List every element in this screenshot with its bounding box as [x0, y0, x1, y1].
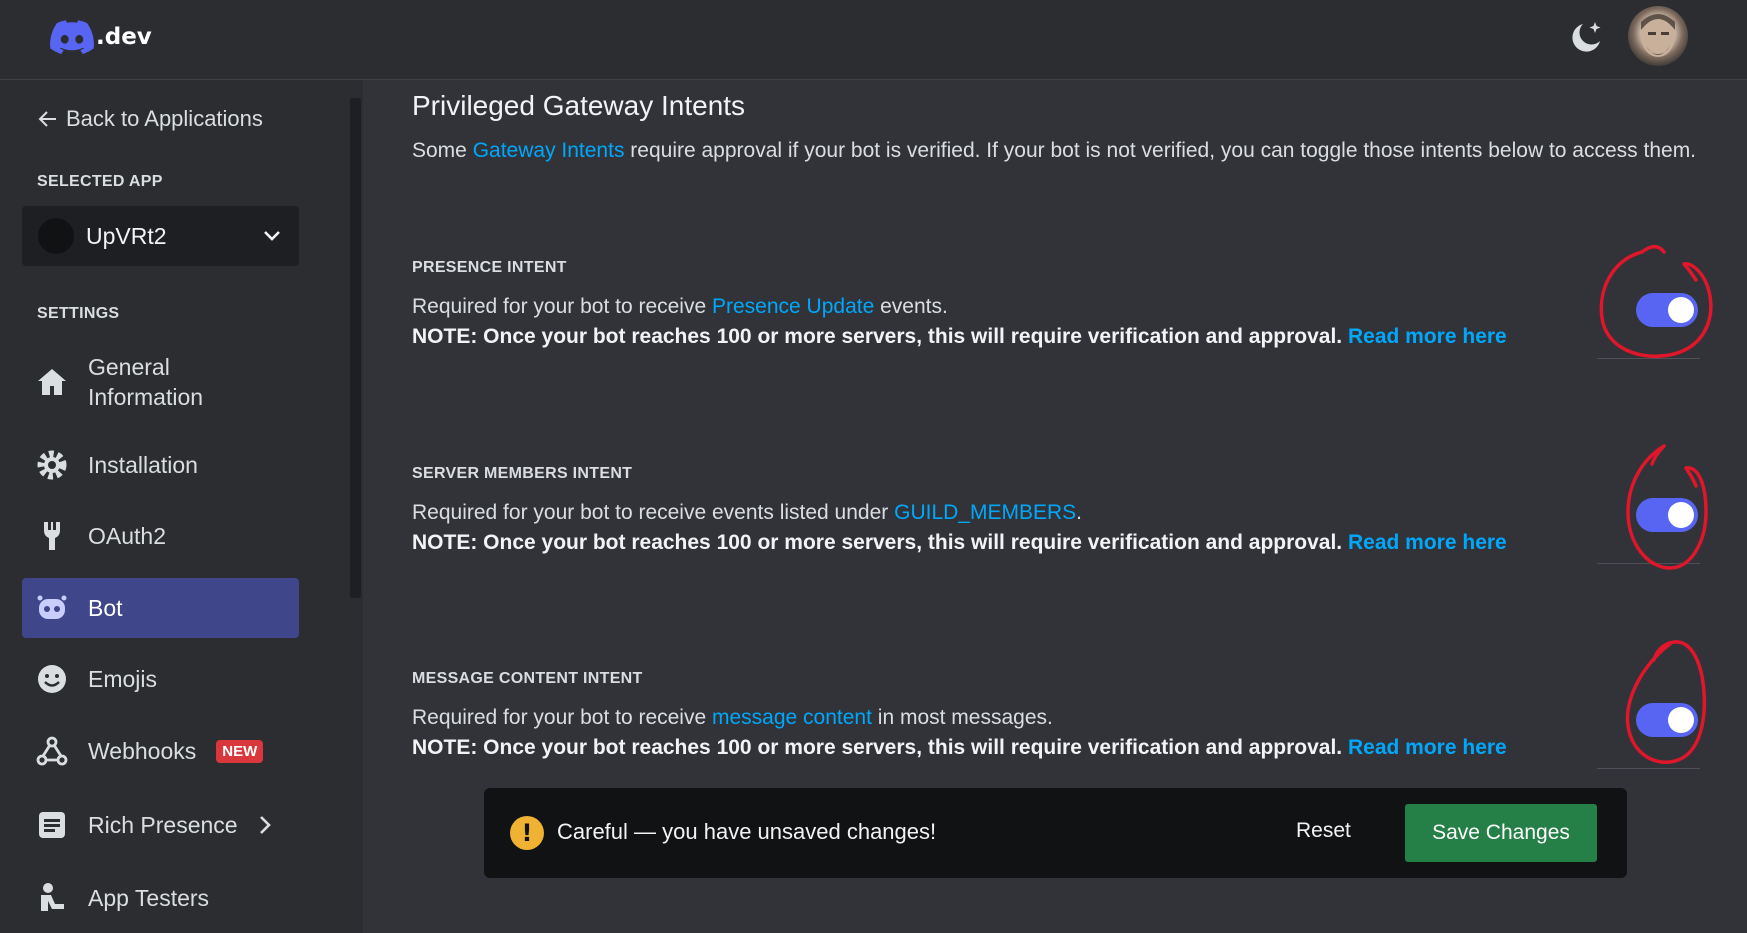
warning-icon: !: [510, 816, 544, 850]
user-avatar[interactable]: [1628, 6, 1688, 66]
moon-sparkle-icon: [1572, 22, 1601, 52]
sidebar-item-label: Bot: [88, 595, 123, 621]
read-more-link[interactable]: Read more here: [1348, 325, 1507, 348]
avatar-face-icon: [1641, 14, 1675, 57]
intro-suffix: require approval if your bot is verified…: [624, 139, 1697, 162]
divider: [1597, 563, 1700, 564]
intro-prefix: Some: [412, 139, 473, 162]
app-icon: [38, 218, 74, 254]
note-text: NOTE: Once your bot reaches 100 or more …: [412, 325, 1343, 348]
gear-icon: [32, 445, 72, 485]
webhook-icon: [32, 731, 72, 771]
unsaved-changes-bar: ! Careful — you have unsaved changes! Re…: [484, 788, 1627, 878]
read-more-link[interactable]: Read more here: [1348, 531, 1507, 554]
desc-prefix: Required for your bot to receive: [412, 706, 712, 729]
list-icon: [32, 805, 72, 845]
save-changes-button[interactable]: Save Changes: [1405, 804, 1597, 862]
gateway-intents-link[interactable]: Gateway Intents: [473, 139, 625, 162]
sidebar-item-label: App Testers: [88, 885, 210, 911]
page-title: Privileged Gateway Intents: [412, 90, 746, 121]
sidebar-item-general-information[interactable]: General Information: [22, 352, 299, 412]
emoji-icon: [32, 659, 72, 699]
bot-icon: [32, 588, 72, 628]
theme-toggle-button[interactable]: [1566, 18, 1606, 58]
note-text: NOTE: Once your bot reaches 100 or more …: [412, 531, 1343, 554]
sidebar-item-installation[interactable]: Installation: [22, 443, 299, 487]
sidebar-item-label: Rich Presence: [88, 812, 238, 838]
desc-suffix: .: [1076, 501, 1082, 524]
presence-intent-toggle[interactable]: [1636, 293, 1698, 327]
desc-suffix: events.: [874, 295, 948, 318]
discord-dev-logo[interactable]: .dev: [50, 20, 152, 54]
sidebar-scrollbar-thumb[interactable]: [350, 98, 361, 598]
presence-intent-title: PRESENCE INTENT: [412, 259, 567, 276]
chevron-right-icon: [259, 816, 271, 834]
message-content-link[interactable]: message content: [712, 706, 872, 729]
sidebar-item-label: Webhooks: [88, 738, 197, 764]
toggle-knob: [1668, 297, 1694, 323]
toggle-knob: [1668, 707, 1694, 733]
read-more-link[interactable]: Read more here: [1348, 736, 1507, 759]
sidebar-item-emojis[interactable]: Emojis: [22, 657, 299, 701]
sidebar-item-label: General Information: [88, 354, 204, 410]
back-label: Back to Applications: [66, 106, 263, 131]
server-members-intent-description: Required for your bot to receive events …: [412, 498, 1592, 558]
message-content-intent-toggle[interactable]: [1636, 703, 1698, 737]
app-name: UpVRt2: [86, 222, 167, 249]
back-to-applications-link[interactable]: Back to Applications: [38, 106, 263, 132]
presence-intent-description: Required for your bot to receive Presenc…: [412, 292, 1592, 352]
sidebar-item-label: Installation: [88, 452, 198, 478]
note-text: NOTE: Once your bot reaches 100 or more …: [412, 736, 1343, 759]
settings-heading: SETTINGS: [37, 305, 120, 322]
desc-suffix: in most messages.: [871, 706, 1053, 729]
sidebar-item-rich-presence[interactable]: Rich Presence: [22, 803, 299, 847]
reset-button[interactable]: Reset: [1296, 819, 1351, 843]
arrow-left-icon: [38, 111, 56, 127]
app-selector-dropdown[interactable]: UpVRt2: [22, 206, 299, 266]
sidebar-item-webhooks[interactable]: Webhooks NEW: [22, 729, 299, 773]
unsaved-changes-message: Careful — you have unsaved changes!: [557, 819, 937, 844]
guild-members-link[interactable]: GUILD_MEMBERS: [894, 501, 1076, 524]
server-members-intent-title: SERVER MEMBERS INTENT: [412, 465, 633, 482]
intro-text: Some Gateway Intents require approval if…: [412, 136, 1702, 166]
presence-update-link[interactable]: Presence Update: [712, 295, 874, 318]
toggle-knob: [1668, 502, 1694, 528]
logo-text: .dev: [96, 24, 152, 50]
sidebar-item-label: OAuth2: [88, 523, 166, 549]
new-badge: NEW: [216, 739, 264, 763]
server-members-intent-toggle[interactable]: [1636, 498, 1698, 532]
desc-prefix: Required for your bot to receive: [412, 295, 712, 318]
discord-logo-icon: [50, 20, 94, 54]
top-bar: .dev: [0, 0, 1747, 80]
sidebar-item-oauth2[interactable]: OAuth2: [22, 514, 299, 558]
divider: [1597, 358, 1700, 359]
divider: [1597, 768, 1700, 769]
message-content-intent-title: MESSAGE CONTENT INTENT: [412, 670, 643, 687]
home-icon: [32, 362, 72, 402]
user-icon: [32, 878, 72, 918]
chevron-down-icon: [264, 231, 280, 241]
sidebar-item-app-testers[interactable]: App Testers: [22, 876, 299, 920]
sidebar-item-label: Emojis: [88, 666, 158, 692]
desc-prefix: Required for your bot to receive events …: [412, 501, 895, 524]
wrench-icon: [32, 516, 72, 556]
sidebar-item-bot[interactable]: Bot: [22, 578, 299, 638]
message-content-intent-description: Required for your bot to receive message…: [412, 703, 1592, 763]
selected-app-heading: SELECTED APP: [37, 173, 163, 190]
